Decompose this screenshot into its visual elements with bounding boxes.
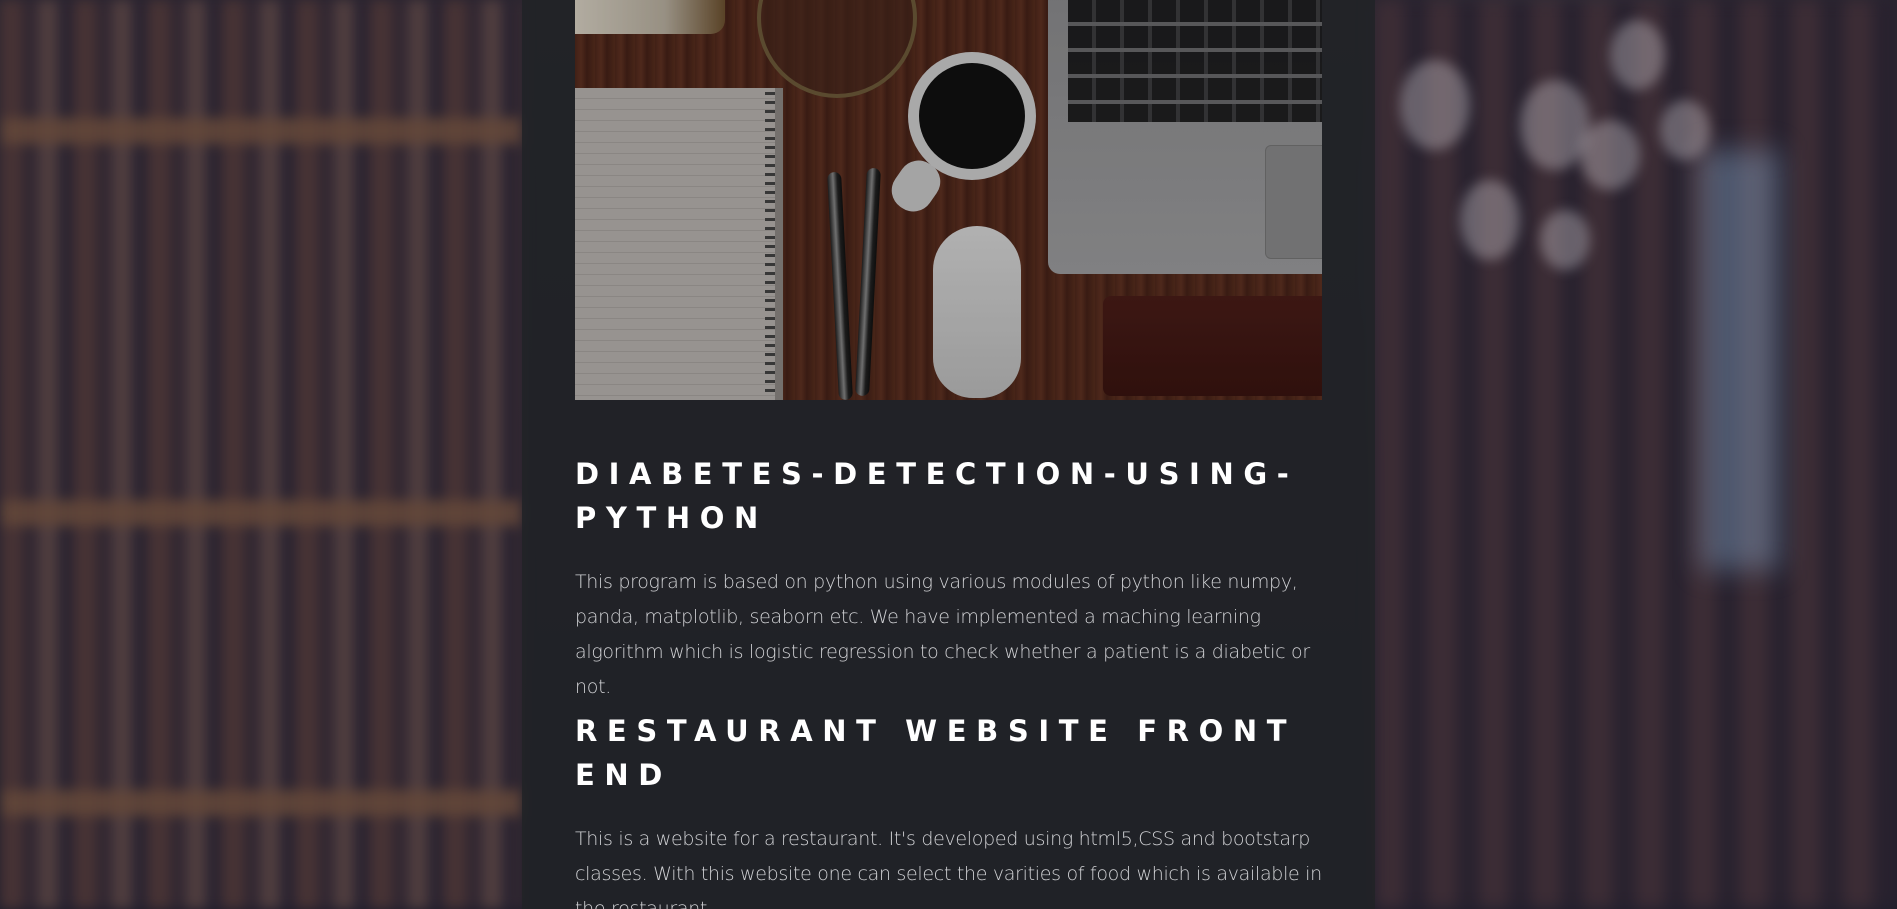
project-description: This program is based on python using va… <box>575 571 1310 698</box>
bokeh-light <box>1610 20 1665 90</box>
left-bookshelf <box>0 0 522 909</box>
bokeh-light <box>1460 180 1520 260</box>
project-restaurant-website: RESTAURANT WEBSITE FRONT END This is a w… <box>575 709 1335 909</box>
project-diabetes-detection: DIABETES-DETECTION-USING-PYTHON This pro… <box>575 452 1335 705</box>
content-column: DIABETES-DETECTION-USING-PYTHON This pro… <box>522 0 1375 909</box>
shelf-plank <box>0 790 522 816</box>
project-description: This is a website for a restaurant. It's… <box>575 828 1322 909</box>
window-light <box>1700 150 1780 570</box>
hero-image-workspace-desk <box>575 0 1322 400</box>
shelf-plank <box>0 500 522 526</box>
hero-overlay <box>575 0 1322 400</box>
bokeh-light <box>1660 100 1710 160</box>
bokeh-light <box>1540 210 1590 270</box>
bokeh-light <box>1580 120 1640 190</box>
bokeh-light <box>1400 60 1470 150</box>
shelf-plank <box>0 118 522 144</box>
project-title: DIABETES-DETECTION-USING-PYTHON <box>575 457 1299 535</box>
project-title: RESTAURANT WEBSITE FRONT END <box>575 714 1297 792</box>
